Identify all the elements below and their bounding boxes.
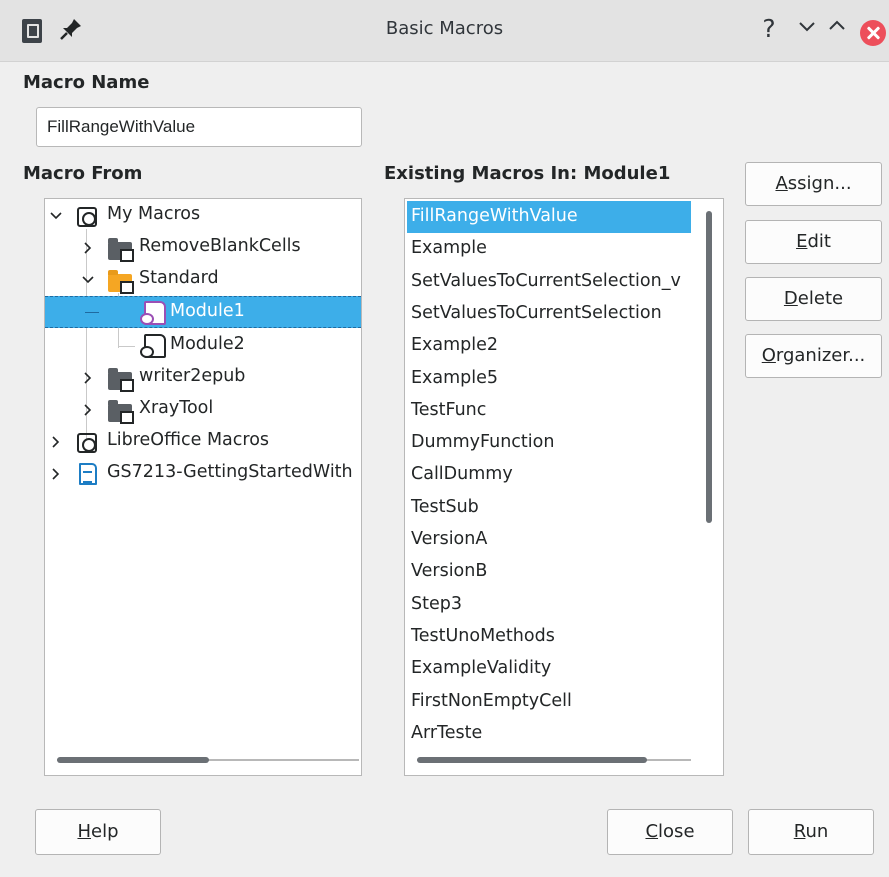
macro-list-item[interactable]: SetValuesToCurrentSelection (407, 298, 691, 330)
help-mnemonic: H (77, 821, 92, 842)
tree-item-label: LibreOffice Macros (107, 430, 270, 450)
tree-item-module2[interactable]: Module2 (45, 330, 361, 362)
macro-list-item[interactable]: ExampleValidity (407, 653, 691, 685)
chevron-right-icon[interactable] (49, 467, 63, 481)
tree-item-label: My Macros (107, 204, 201, 224)
module-icon (140, 301, 166, 325)
help-label: elp (91, 821, 119, 842)
help-button[interactable]: Help (35, 809, 161, 855)
minimize-icon[interactable] (792, 14, 822, 44)
organizer-mnemonic: O (761, 345, 776, 366)
close-button[interactable]: Close (607, 809, 733, 855)
tree-item-module1[interactable]: Module1 (45, 296, 361, 328)
macro-library-icon (77, 207, 97, 227)
macro-list-item[interactable]: VersionB (407, 556, 691, 588)
macro-name-heading: Macro Name (23, 72, 150, 93)
tree-connector (85, 312, 99, 313)
chevron-right-icon[interactable] (49, 435, 63, 449)
macro-list-item[interactable]: FillRangeWithValue (407, 201, 691, 233)
run-mnemonic: R (793, 821, 806, 842)
tree-item-xraytool[interactable]: XrayTool (45, 394, 361, 426)
macro-list-item[interactable]: Example2 (407, 330, 691, 362)
macro-list-item[interactable]: ArrTeste (407, 718, 691, 750)
tree-item-standard[interactable]: Standard (45, 264, 361, 296)
macro-name-input[interactable] (36, 107, 362, 147)
chevron-right-icon[interactable] (81, 241, 95, 255)
help-icon[interactable]: ? (754, 14, 784, 44)
chevron-right-icon[interactable] (81, 371, 95, 385)
organizer-button[interactable]: Organizer... (745, 334, 882, 378)
macro-library-tree[interactable]: My Macros RemoveBlankCells Standard Modu… (44, 198, 362, 776)
module-icon (140, 334, 166, 358)
assign-mnemonic: A (775, 173, 788, 194)
maximize-icon[interactable] (822, 14, 852, 44)
delete-button[interactable]: Delete (745, 277, 882, 321)
tree-item-gs7213-document[interactable]: GS7213-GettingStartedWith (45, 458, 361, 490)
macro-list-item[interactable]: VersionA (407, 524, 691, 556)
folder-icon (108, 400, 134, 424)
run-button[interactable]: Run (748, 809, 874, 855)
tree-item-label: XrayTool (139, 398, 214, 418)
folder-icon (108, 238, 134, 262)
tree-item-libreoffice-macros[interactable]: LibreOffice Macros (45, 426, 361, 458)
chevron-down-icon[interactable] (81, 273, 95, 287)
delete-label: elete (797, 288, 844, 309)
macro-library-icon (77, 433, 97, 453)
macro-list-item[interactable]: CallDummy (407, 459, 691, 491)
macro-list-item[interactable]: Example (407, 233, 691, 265)
macro-list-item[interactable]: Step3 (407, 589, 691, 621)
document-icon (79, 463, 97, 485)
tree-item-my-macros[interactable]: My Macros (45, 200, 361, 232)
tree-item-removeblankcells[interactable]: RemoveBlankCells (45, 232, 361, 264)
scrollbar-thumb[interactable] (57, 757, 209, 763)
list-horizontal-scrollbar[interactable] (405, 754, 723, 766)
macro-list-item[interactable]: TestFunc (407, 395, 691, 427)
edit-mnemonic: E (796, 231, 808, 252)
close-window-icon[interactable] (860, 20, 886, 46)
edit-button[interactable]: Edit (745, 220, 882, 264)
edit-label: dit (807, 231, 831, 252)
existing-macros-list[interactable]: FillRangeWithValue Example SetValuesToCurr… (404, 198, 724, 776)
folder-icon (108, 368, 134, 392)
title-bar: Basic Macros ? (0, 0, 889, 62)
macro-list-item[interactable]: Example5 (407, 363, 691, 395)
tree-horizontal-scrollbar[interactable] (45, 754, 361, 766)
tree-item-label: Module2 (170, 334, 245, 354)
organizer-label: rganizer... (775, 345, 866, 366)
macro-list-item[interactable]: TestSub (407, 492, 691, 524)
assign-button[interactable]: Assign... (745, 162, 882, 206)
tree-item-label: RemoveBlankCells (139, 236, 301, 256)
tree-item-label: Standard (139, 268, 219, 288)
close-mnemonic: C (645, 821, 659, 842)
tree-item-label: Module1 (170, 301, 245, 321)
existing-macros-heading: Existing Macros In: Module1 (384, 163, 671, 184)
folder-open-icon (108, 270, 134, 294)
tree-item-writer2epub[interactable]: writer2epub (45, 362, 361, 394)
tree-item-label: GS7213-GettingStartedWith (107, 462, 353, 482)
macro-list-item[interactable]: SetValuesToCurrentSelection_v (407, 266, 691, 298)
chevron-down-icon[interactable] (49, 209, 63, 223)
scrollbar-thumb[interactable] (417, 757, 647, 763)
run-label: un (805, 821, 829, 842)
close-label: lose (658, 821, 695, 842)
scrollbar-thumb[interactable] (706, 211, 712, 523)
assign-label: ssign... (787, 173, 852, 194)
macro-list-item[interactable]: TestUnoMethods (407, 621, 691, 653)
macro-list-item[interactable]: FirstNonEmptyCell (407, 686, 691, 718)
chevron-right-icon[interactable] (81, 403, 95, 417)
tree-item-label: writer2epub (139, 366, 246, 386)
macro-list-item[interactable]: DummyFunction (407, 427, 691, 459)
delete-mnemonic: D (783, 288, 798, 309)
macro-from-heading: Macro From (23, 163, 143, 184)
